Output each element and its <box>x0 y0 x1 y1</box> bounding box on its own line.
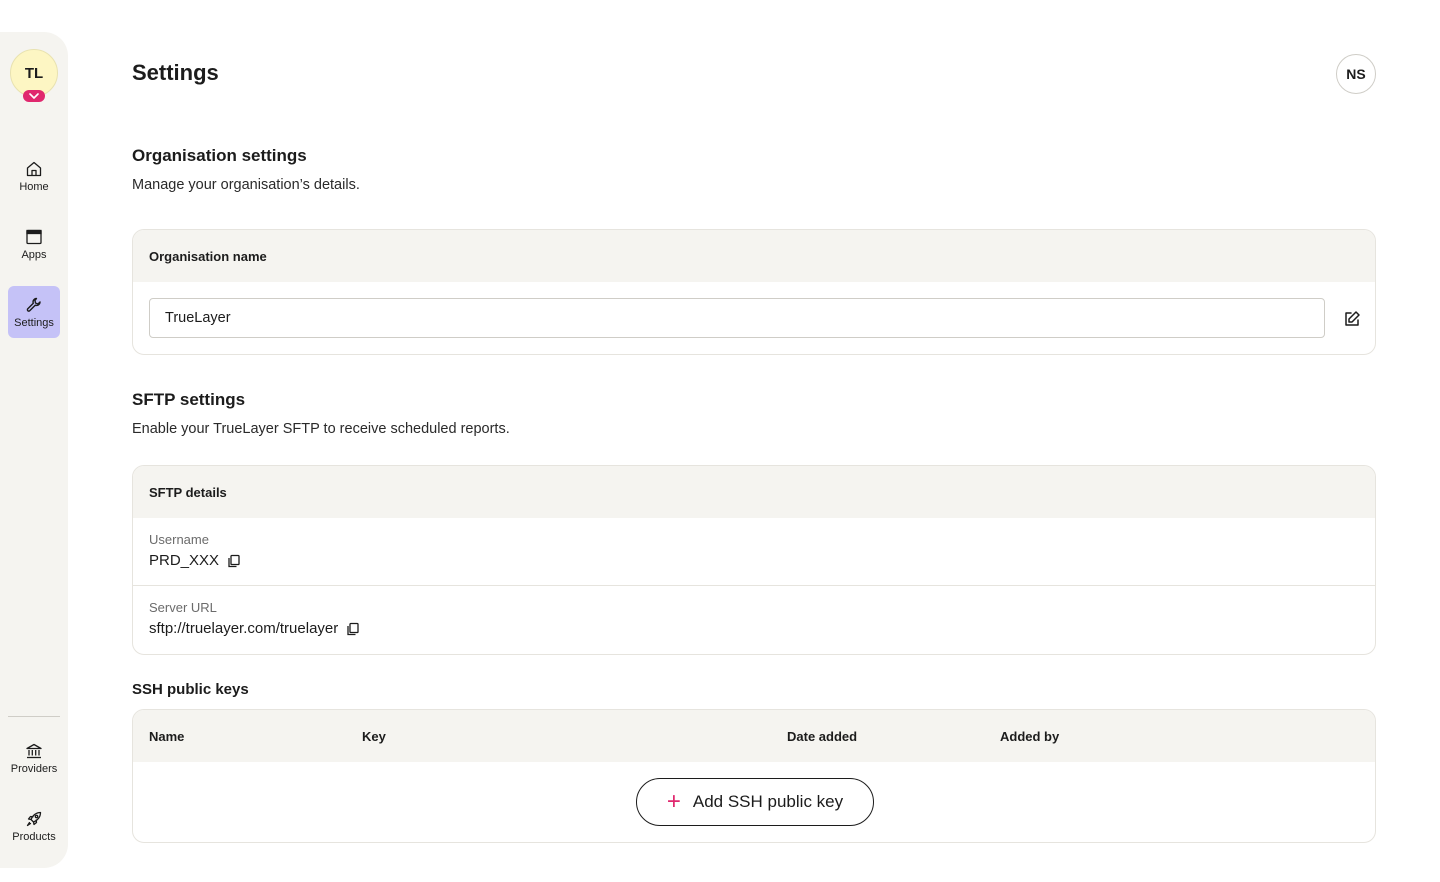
nav-apps[interactable]: Apps <box>8 218 60 270</box>
nav-home[interactable]: Home <box>8 150 60 202</box>
organisation-name-input[interactable] <box>149 298 1325 338</box>
column-header-date-added: Date added <box>787 729 858 744</box>
org-switcher-chevron[interactable] <box>23 90 45 102</box>
sftp-username-value: PRD_XXX <box>149 552 220 569</box>
sftp-details-header: SFTP details <box>133 466 1375 518</box>
copy-server-url-button[interactable] <box>346 622 360 636</box>
sftp-username-label: Username <box>149 532 209 547</box>
user-avatar[interactable]: NS <box>1336 54 1376 94</box>
column-header-added-by: Added by <box>1000 729 1060 744</box>
nav-apps-label: Apps <box>21 248 47 261</box>
organisation-name-card: Organisation name <box>132 229 1376 355</box>
page-title: Settings <box>132 60 219 85</box>
sftp-server-row: Server URL sftp://truelayer.com/truelaye… <box>133 586 1375 654</box>
add-ssh-key-button[interactable]: + Add SSH public key <box>636 778 874 826</box>
apps-icon <box>26 229 42 244</box>
sftp-username-value-wrap: PRD_XXX <box>149 552 1359 569</box>
nav-providers[interactable]: Providers <box>8 732 60 784</box>
bank-icon <box>26 743 42 758</box>
sftp-details-card: SFTP details Username PRD_XXX Server URL… <box>132 465 1376 655</box>
sidebar-divider <box>8 716 60 717</box>
sftp-settings-title: SFTP settings <box>132 390 246 409</box>
user-initials: NS <box>1346 66 1366 82</box>
copy-username-button[interactable] <box>227 554 241 568</box>
nav-providers-label: Providers <box>10 762 58 775</box>
nav-settings[interactable]: Settings <box>8 286 60 338</box>
edit-organisation-name-button[interactable] <box>1341 308 1363 330</box>
home-icon <box>26 161 42 176</box>
organisation-settings-description: Manage your organisation’s details. <box>132 177 360 193</box>
organisation-name-header: Organisation name <box>133 230 1375 282</box>
edit-icon <box>1345 311 1360 326</box>
ssh-keys-table: Name Key Date added Added by + Add SSH p… <box>132 709 1376 843</box>
column-header-key: Key <box>362 729 386 744</box>
chevron-down-icon <box>29 93 39 99</box>
add-ssh-key-label: Add SSH public key <box>692 792 844 811</box>
org-initials: TL <box>24 64 44 82</box>
nav-products[interactable]: Products <box>8 800 60 852</box>
organisation-name-row <box>133 282 1375 354</box>
organisation-settings-title: Organisation settings <box>132 146 307 165</box>
sftp-username-row: Username PRD_XXX <box>133 518 1375 586</box>
plus-icon: + <box>666 788 681 815</box>
sidebar: TL Home Apps Settings Providers Products <box>0 32 68 868</box>
copy-icon <box>228 554 240 567</box>
sftp-server-value: sftp://truelayer.com/truelayer <box>149 620 339 637</box>
sftp-server-label: Server URL <box>149 600 217 615</box>
ssh-keys-table-body: + Add SSH public key <box>133 762 1375 842</box>
nav-settings-label: Settings <box>14 316 54 329</box>
ssh-keys-table-header: Name Key Date added Added by <box>133 710 1375 762</box>
nav-home-label: Home <box>19 180 49 193</box>
copy-icon <box>347 622 359 635</box>
nav-products-label: Products <box>12 830 56 843</box>
column-header-name: Name <box>149 729 185 744</box>
sftp-server-value-wrap: sftp://truelayer.com/truelayer <box>149 620 1359 637</box>
sftp-settings-description: Enable your TrueLayer SFTP to receive sc… <box>132 421 510 437</box>
rocket-icon <box>26 811 42 826</box>
ssh-keys-title: SSH public keys <box>132 681 249 698</box>
wrench-icon <box>26 297 41 312</box>
